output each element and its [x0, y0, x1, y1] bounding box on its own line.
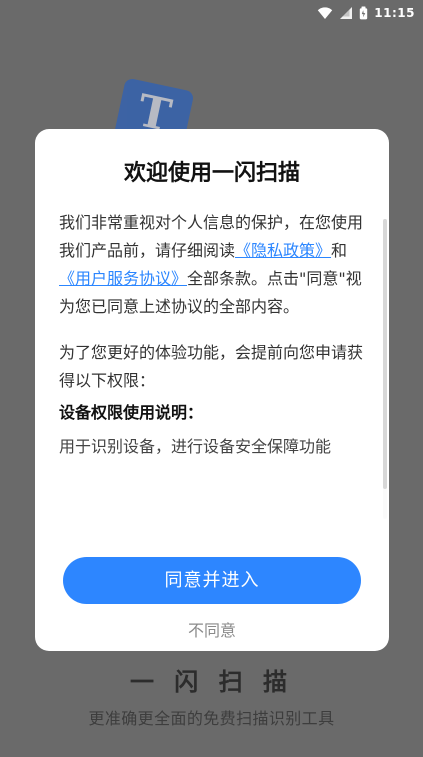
battery-icon: [359, 6, 368, 20]
dialog-content: 我们非常重视对个人信息的保护，在您使用我们产品前，请仔细阅读《隐私政策》和《用户…: [35, 209, 389, 461]
privacy-policy-link[interactable]: 《隐私政策》: [235, 241, 331, 260]
app-name: 一 闪 扫 描: [129, 668, 294, 696]
scroll-fade: [35, 479, 389, 519]
dialog-scrollbar-thumb[interactable]: [383, 219, 387, 489]
device-permission-title: 设备权限使用说明：: [59, 403, 204, 422]
intro-text-and: 和: [331, 241, 348, 260]
wifi-icon: [317, 6, 333, 20]
status-bar: 11:15: [0, 0, 423, 26]
dialog-scrollbar[interactable]: [383, 219, 387, 519]
dialog-scroll-area[interactable]: 我们非常重视对个人信息的保护，在您使用我们产品前，请仔细阅读《隐私政策》和《用户…: [35, 209, 389, 519]
user-agreement-link[interactable]: 《用户服务协议》: [59, 269, 187, 288]
consent-dialog: 欢迎使用一闪扫描 我们非常重视对个人信息的保护，在您使用我们产品前，请仔细阅读《…: [35, 129, 389, 651]
permissions-intro: 为了您更好的体验功能，会提前向您申请获得以下权限：: [59, 343, 364, 390]
dialog-title: 欢迎使用一闪扫描: [123, 161, 300, 186]
status-icons: 11:15: [317, 5, 415, 21]
agree-button[interactable]: 同意并进入: [63, 557, 361, 604]
disagree-button[interactable]: 不同意: [35, 617, 389, 641]
status-time: 11:15: [374, 6, 415, 20]
intro-paragraph: 我们非常重视对个人信息的保护，在您使用我们产品前，请仔细阅读《隐私政策》和《用户…: [59, 209, 367, 321]
device-permission-desc: 用于识别设备，进行设备安全保障功能: [59, 437, 332, 456]
app-tagline: 更准确更全面的免费扫描识别工具: [88, 709, 335, 728]
signal-icon: [339, 6, 353, 20]
